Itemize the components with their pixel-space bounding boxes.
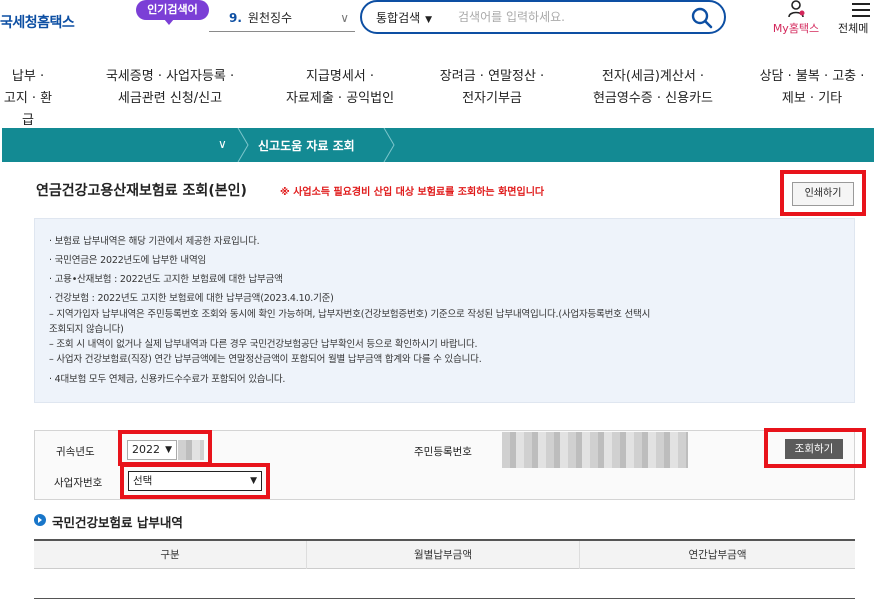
- year-label: 귀속년도: [56, 446, 95, 458]
- popular-search-badge: 인기검색어: [136, 0, 209, 25]
- chevron-down-icon[interactable]: ∨: [218, 137, 227, 151]
- query-button[interactable]: 조회하기: [785, 439, 843, 459]
- popular-term-rank: 9.: [229, 11, 242, 25]
- masked-rrn: [502, 432, 688, 468]
- chevron-down-icon: ∨: [340, 11, 349, 25]
- sub-nav: ∨ 신고도움 자료 조회: [2, 128, 874, 162]
- search-scope-select[interactable]: 통합검색 ▼: [376, 9, 432, 26]
- search-box: 통합검색 ▼: [360, 0, 726, 34]
- hamburger-icon: [852, 3, 870, 17]
- caret-down-icon: ▼: [250, 476, 257, 486]
- notice-line: – 조회 시 내역이 없거나 실제 납부내역과 다른 경우 국민건강보험공단 납…: [49, 339, 478, 350]
- table-bottom-rule: [34, 598, 855, 599]
- notice-line: 조회되지 않습니다): [49, 324, 124, 335]
- masked-value: [178, 440, 204, 460]
- biz-number-select[interactable]: 선택 ▼: [128, 471, 262, 491]
- page-title: 연금건강고용산재보험료 조회(본인): [36, 183, 247, 199]
- nav-certificate[interactable]: 국세증명 · 사업자등록 · 세금관련 신청/신고: [90, 66, 250, 110]
- hometax-logo[interactable]: 국세청홈택스: [0, 12, 75, 32]
- popular-term-text: 원천징수: [247, 11, 293, 25]
- search-input[interactable]: [458, 7, 678, 27]
- table-header: 구분 월별납부금액 연간납부금액: [34, 539, 855, 569]
- section-bullet-icon: [34, 514, 46, 526]
- nav-payment[interactable]: 납부 · 고지 · 환급: [0, 66, 56, 132]
- caret-down-icon: ▼: [165, 445, 172, 455]
- my-hometax-label: My홈택스: [772, 22, 820, 35]
- nav-incentive[interactable]: 장려금 · 연말정산 · 전자기부금: [428, 66, 556, 110]
- notice-line: · 건강보험 : 2022년도 고지한 보험료에 대한 납부금액(2023.4.…: [49, 293, 334, 304]
- year-value: 2022: [132, 443, 160, 456]
- nav-statement[interactable]: 지급명세서 · 자료제출 · 공익법인: [272, 66, 408, 110]
- my-hometax-button[interactable]: My홈택스: [766, 0, 826, 40]
- popular-term-select[interactable]: 9. 원천징수 ∨: [209, 4, 355, 32]
- section-title: 국민건강보험료 납부내역: [52, 515, 183, 530]
- breadcrumb-current[interactable]: 신고도움 자료 조회: [258, 137, 355, 154]
- column-header: 연간납부금액: [579, 541, 855, 569]
- nav-e-invoice[interactable]: 전자(세금)계산서 · 현금영수증 · 신용카드: [580, 66, 726, 110]
- column-header: 월별납부금액: [306, 541, 579, 569]
- column-header: 구분: [160, 549, 180, 561]
- breadcrumb-separator-icon: [383, 128, 395, 162]
- top-bar: 국세청홈택스 인기검색어 9. 원천징수 ∨ 통합검색▼ My홈택스 전체메: [0, 0, 876, 50]
- rrn-label: 주민등록번호: [414, 446, 472, 458]
- notice-line: · 고용•산재보험 : 2022년도 고지한 보험료에 대한 납부금액: [49, 274, 283, 285]
- search-icon[interactable]: [690, 6, 714, 30]
- year-select[interactable]: 2022 ▼: [127, 440, 177, 460]
- biz-number-label: 사업자번호: [54, 477, 103, 489]
- notice-line: · 보험료 납부내역은 해당 기관에서 제공한 자료입니다.: [49, 236, 260, 247]
- nav-consult[interactable]: 상담 · 불복 · 고충 · 제보 · 기타: [748, 66, 876, 110]
- biz-number-value: 선택: [133, 475, 153, 487]
- all-menu-button[interactable]: 전체메: [836, 0, 876, 40]
- all-menu-label: 전체메: [838, 22, 869, 35]
- print-button[interactable]: 인쇄하기: [792, 182, 854, 206]
- notice-box: · 보험료 납부내역은 해당 기관에서 제공한 자료입니다. · 국민연금은 2…: [34, 218, 855, 403]
- notice-line: · 국민연금은 2022년도에 납부한 내역임: [49, 255, 207, 266]
- user-icon: [788, 0, 805, 18]
- notice-line: · 4대보험 모두 연체금, 신용카드수수료가 포함되어 있습니다.: [49, 374, 286, 385]
- notice-line: – 지역가입자 납부내역은 주민등록번호 조회와 동시에 확인 가능하며, 납부…: [49, 309, 651, 320]
- breadcrumb-separator-icon: [237, 128, 249, 162]
- page-note: ※ 사업소득 필요경비 산입 대상 보험료를 조회하는 화면입니다: [280, 187, 545, 198]
- notice-line: – 사업자 건강보험료(직장) 연간 납부금액에는 연말정산금액이 포함되어 월…: [49, 354, 482, 365]
- main-nav: 납부 · 고지 · 환급 국세증명 · 사업자등록 · 세금관련 신청/신고 지…: [0, 62, 876, 128]
- caret-down-icon: ▼: [425, 15, 433, 25]
